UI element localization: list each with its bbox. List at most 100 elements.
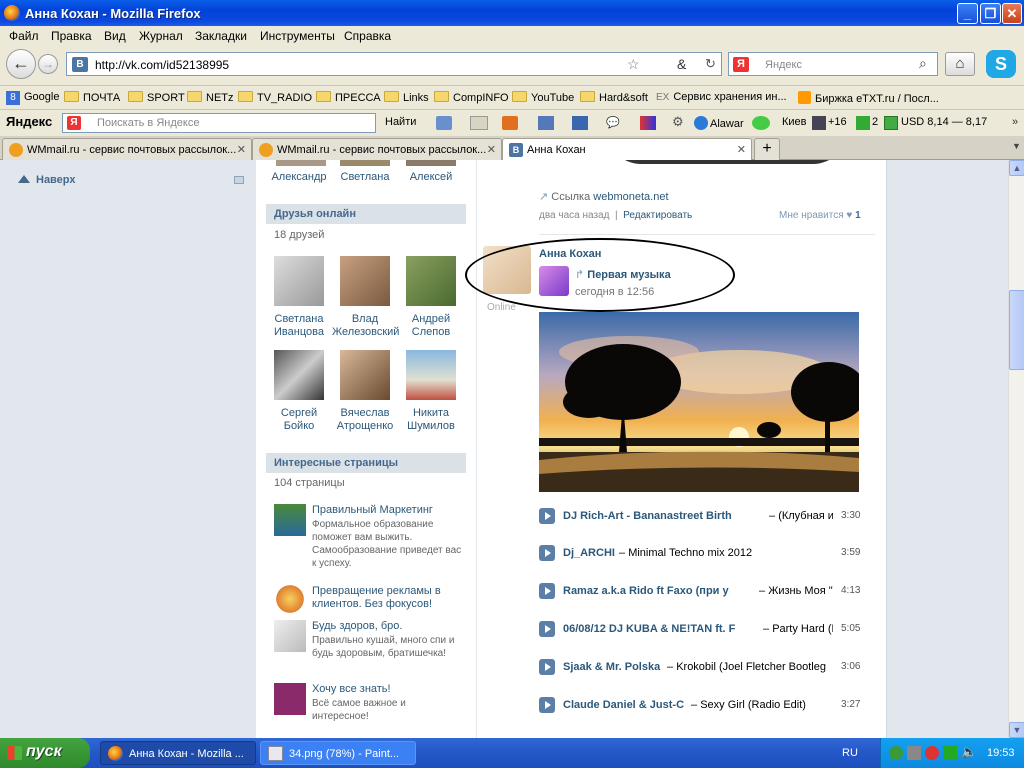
menu-bookmarks[interactable]: Закладки (195, 29, 247, 43)
tab-close-icon[interactable]: ✕ (237, 143, 246, 156)
back-button[interactable]: ← (6, 49, 36, 79)
menu-file[interactable]: Файл (9, 29, 39, 43)
menu-history[interactable]: Журнал (139, 29, 183, 43)
yandex-logo[interactable]: Яндекс (6, 114, 52, 129)
bookmark-pochta[interactable]: ПОЧТА (64, 91, 120, 104)
toolbar-alawar[interactable]: Alawar (694, 116, 744, 130)
ampersand-icon[interactable]: & (677, 56, 686, 72)
page-icon[interactable] (274, 504, 306, 536)
start-button[interactable]: пуск (0, 738, 90, 768)
friend-last-name[interactable]: Атрощенко (332, 420, 398, 433)
toolbar-bag-icon[interactable] (502, 116, 518, 130)
tab-list-icon[interactable]: ▼ (1012, 141, 1021, 151)
friend-first-name[interactable]: Вячеслав (332, 407, 398, 420)
toolbar-translate-icon[interactable] (572, 116, 588, 130)
friend-name[interactable]: Алексей (398, 171, 464, 184)
bookmark-pressa[interactable]: ПРЕССА (316, 91, 381, 104)
taskbar-item-paint[interactable]: 34.png (78%) - Paint... (260, 741, 416, 765)
tab-close-icon[interactable]: ✕ (737, 143, 746, 156)
search-box[interactable]: Я Яндекс ⌕ (728, 52, 938, 76)
play-icon[interactable] (539, 583, 555, 599)
minimize-button[interactable]: _ (957, 3, 978, 24)
edit-link[interactable]: Редактировать (623, 210, 692, 221)
post-link[interactable]: ↗ Ссылка webmoneta.net (539, 190, 669, 203)
friend-last-name[interactable]: Бойко (266, 420, 332, 433)
toolbar-doc-icon[interactable] (538, 116, 554, 130)
friend-last-name[interactable]: Слепов (398, 326, 464, 339)
interesting-pages-count[interactable]: 104 страницы (274, 477, 345, 489)
collapse-icon[interactable] (234, 176, 244, 184)
toolbar-key-icon[interactable] (752, 116, 770, 130)
friend-photo[interactable] (406, 160, 456, 166)
like-button[interactable]: Мне нравится ♥ 1 (779, 210, 861, 221)
audio-track[interactable]: Sjaak & Mr. Polska – Krokobil (Joel Fletc… (539, 659, 875, 675)
toolbar-usd[interactable]: USD 8,14 — 8,17 (901, 116, 987, 128)
volume-icon[interactable]: 🔈 (961, 744, 977, 760)
friend-last-name[interactable]: Иванцова (266, 326, 332, 339)
audio-track[interactable]: DJ Rich-Art - Bananastreet Birth – (Клубн… (539, 508, 875, 524)
tab-wmmail-2[interactable]: WMmail.ru - сервис почтовых рассылок... … (252, 138, 502, 160)
scroll-thumb[interactable] (1009, 290, 1024, 370)
friend-photo[interactable] (276, 160, 326, 166)
friend-first-name[interactable]: Влад (332, 313, 398, 326)
tab-close-icon[interactable]: ✕ (487, 143, 496, 156)
friend-photo[interactable] (340, 350, 390, 400)
friend-photo[interactable] (406, 256, 456, 306)
track-title[interactable]: – Party Hard (Ec (763, 623, 833, 635)
play-icon[interactable] (539, 545, 555, 561)
page-icon[interactable] (274, 620, 306, 652)
bookmark-netz[interactable]: NETz (187, 91, 234, 104)
page-icon[interactable] (274, 683, 306, 715)
toolbar-temp[interactable]: +16 (828, 116, 847, 128)
track-artist[interactable]: Ramaz a.k.a Rido ft Faxo (при у (563, 585, 729, 597)
menu-edit[interactable]: Правка (51, 29, 92, 43)
vertical-scrollbar[interactable]: ▲ ▼ (1008, 160, 1024, 738)
audio-track[interactable]: Dj_ARCHI – Minimal Techno mix 2012 3:59 (539, 545, 875, 561)
track-title[interactable]: – (Клубная и Эл (769, 510, 833, 522)
clock[interactable]: 19:53 (987, 747, 1015, 759)
track-artist[interactable]: Sjaak & Mr. Polska (563, 661, 660, 673)
friend-first-name[interactable]: Сергей (266, 407, 332, 420)
track-title[interactable]: – Krokobil (Joel Fletcher Bootleg (667, 661, 826, 673)
post-photo[interactable] (539, 312, 859, 492)
bookmark-compinfo[interactable]: CompINFO (434, 91, 509, 104)
tab-anna-kohan[interactable]: B Анна Кохан ✕ (502, 138, 752, 161)
antivirus-icon[interactable] (925, 746, 939, 760)
bookmark-storage[interactable]: EX Сервис хранения ин... (656, 91, 787, 103)
track-artist[interactable]: Claude Daniel & Just-C (563, 699, 684, 711)
friend-name[interactable]: Александр (266, 171, 332, 184)
toolbar-envelope-icon[interactable] (470, 116, 488, 130)
page-title[interactable]: Хочу все знать! (312, 683, 462, 696)
friend-photo[interactable] (340, 256, 390, 306)
page-title[interactable]: Превращение рекламы в клиентов. Без фоку… (312, 585, 462, 611)
taskbar-item-firefox[interactable]: Анна Кохан - Mozilla ... (100, 741, 256, 765)
play-icon[interactable] (539, 659, 555, 675)
bookmark-etxt[interactable]: Биржка eTXT.ru / Посл... (798, 91, 939, 105)
scroll-up-button[interactable]: Наверх (18, 174, 76, 186)
friend-photo[interactable] (274, 256, 324, 306)
play-icon[interactable] (539, 697, 555, 713)
track-title[interactable]: – Жизнь Моя ") (759, 585, 833, 597)
close-button[interactable]: ✕ (1002, 3, 1022, 24)
bookmark-links[interactable]: Links (384, 91, 429, 104)
friend-first-name[interactable]: Андрей (398, 313, 464, 326)
online-friends-count[interactable]: 18 друзей (274, 229, 324, 241)
language-indicator[interactable]: RU (842, 747, 858, 759)
yandex-search-input[interactable]: Я Поискать в Яндексе (62, 113, 376, 133)
reload-icon[interactable]: ↻ (705, 56, 716, 72)
bookmark-tv-radio[interactable]: TV_RADIO (238, 91, 312, 104)
track-title[interactable]: – Minimal Techno mix 2012 (619, 547, 752, 559)
page-title[interactable]: Будь здоров, бро. (312, 620, 462, 633)
tab-wmmail-1[interactable]: WMmail.ru - сервис почтовых рассылок... … (2, 138, 252, 160)
bookmark-hard-soft[interactable]: Hard&soft (580, 91, 648, 104)
toolbar-mail-count[interactable]: 2 (872, 116, 878, 128)
maximize-button[interactable]: ❐ (980, 3, 1001, 24)
toolbar-chat-icon[interactable]: 💬 (606, 116, 620, 129)
audio-track[interactable]: Ramaz a.k.a Rido ft Faxo (при у – Жизнь М… (539, 583, 875, 599)
friend-photo[interactable] (340, 160, 390, 166)
url-bar[interactable]: B http://vk.com/id52138995 ☆ & ↻ (66, 52, 722, 76)
forward-button[interactable]: → (38, 54, 58, 74)
network-icon[interactable] (889, 746, 903, 760)
menu-tools[interactable]: Инструменты (260, 29, 335, 43)
page-title[interactable]: Правильный Маркетинг (312, 504, 462, 517)
